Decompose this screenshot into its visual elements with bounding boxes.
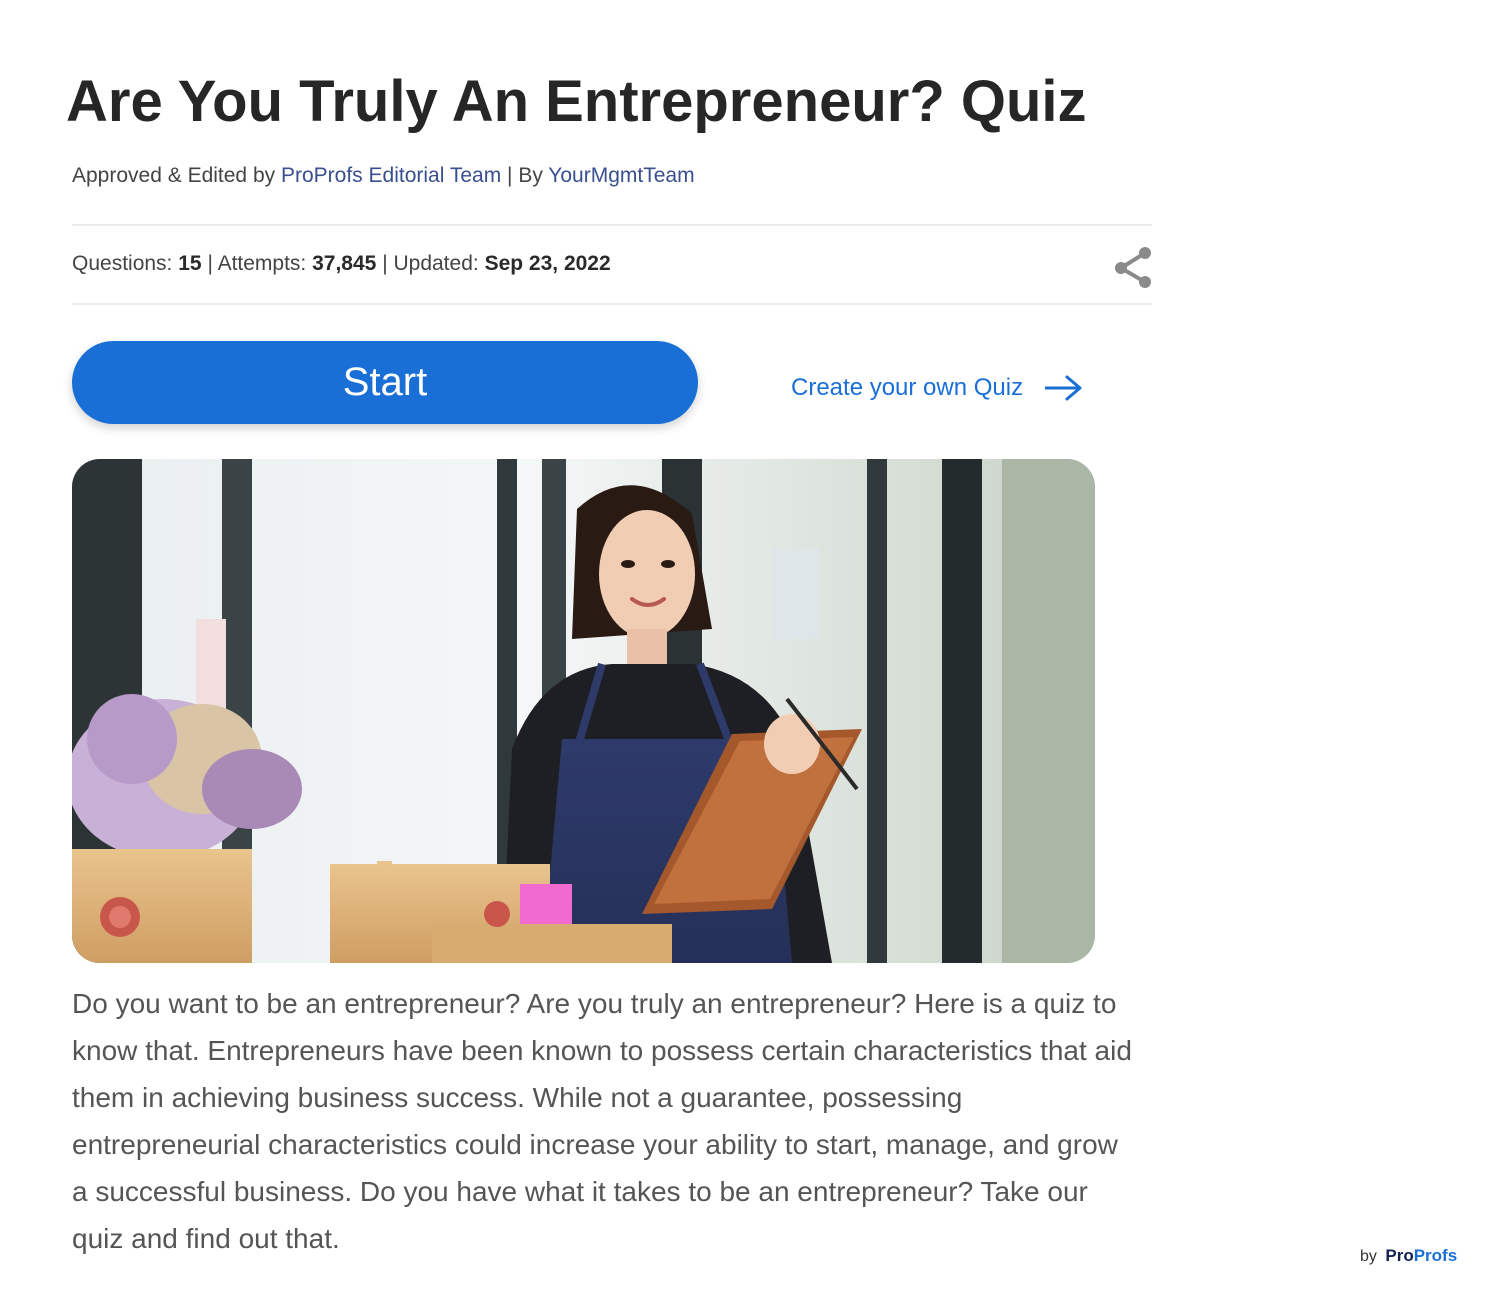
proprofs-logo[interactable]: ProProfs <box>1385 1246 1457 1265</box>
updated-date: Sep 23, 2022 <box>484 252 611 275</box>
arrow-right-icon <box>1045 375 1082 401</box>
attempts-count: 37,845 <box>312 252 377 275</box>
attempts-label: | Attempts: <box>207 252 307 275</box>
byline-separator: | By <box>507 164 543 187</box>
entrepreneur-photo <box>72 459 1095 963</box>
divider-top <box>72 224 1152 226</box>
share-icon <box>1115 247 1151 288</box>
updated-label: | Updated: <box>382 252 479 275</box>
quiz-stats: Questions: 15 | Attempts: 37,845 | Updat… <box>72 248 611 280</box>
proprofs-branding: by ProProfs <box>1360 1243 1457 1270</box>
editor-link[interactable]: ProProfs Editorial Team <box>281 164 501 187</box>
author-link[interactable]: YourMgmtTeam <box>548 164 694 187</box>
start-button[interactable]: Start <box>72 341 698 424</box>
byline: Approved & Edited by ProProfs Editorial … <box>72 160 695 192</box>
create-quiz-label: Create your own Quiz <box>791 374 1024 401</box>
questions-count: 15 <box>178 252 202 275</box>
quiz-page: Are You Truly An Entrepreneur? Quiz Appr… <box>0 0 1500 1291</box>
quiz-cover-image <box>72 459 1095 963</box>
questions-label: Questions: <box>72 252 173 275</box>
by-label: by <box>1360 1248 1377 1265</box>
page-title: Are You Truly An Entrepreneur? Quiz <box>66 69 1087 134</box>
create-quiz-link[interactable]: Create your own Quiz <box>791 366 1083 410</box>
quiz-description: Do you want to be an entrepreneur? Are y… <box>72 988 1132 1254</box>
divider-bottom <box>72 303 1152 305</box>
approved-label: Approved & Edited by <box>72 164 276 187</box>
share-button[interactable] <box>1110 244 1156 290</box>
